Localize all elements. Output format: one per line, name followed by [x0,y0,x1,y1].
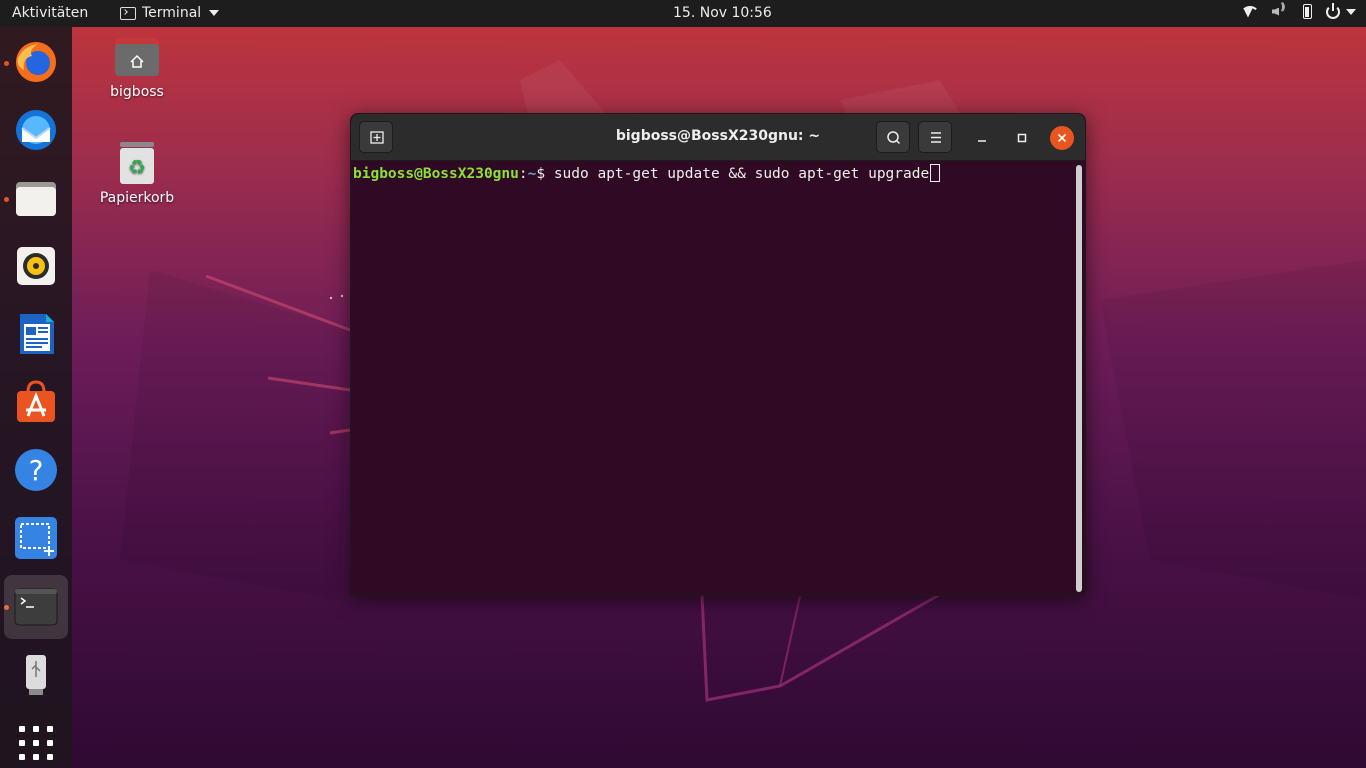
terminal-headerbar[interactable]: bigboss@BossX230gnu: ~ [351,114,1085,161]
thunderbird-icon [16,110,56,150]
desktop-icon-label: Papierkorb [99,190,175,206]
minimize-icon [978,140,986,142]
document-icon [20,314,54,354]
terminal-output[interactable]: bigboss@BossX230gnu:~$ sudo apt-get upda… [351,161,1085,595]
hamburger-icon [931,132,941,143]
prompt-symbol: $ [536,166,554,182]
close-icon [1057,133,1067,143]
dock-item-writer[interactable] [4,302,68,366]
screenshot-icon [15,517,57,559]
desktop-icon-label: bigboss [110,84,164,100]
minimize-button[interactable] [970,126,994,150]
dock: ? [0,27,72,768]
maximize-button[interactable] [1010,126,1034,150]
terminal-window[interactable]: bigboss@BossX230gnu: ~ bigboss@BossX230g… [350,113,1086,596]
power-icon [1326,2,1340,19]
dock-item-usb-drive[interactable] [4,643,68,707]
grid-icon [19,726,53,760]
trash-icon: ♻ [120,142,154,184]
dock-item-screenshot[interactable] [4,506,68,570]
text-cursor [930,164,941,182]
speaker-icon [17,247,55,285]
dock-item-thunderbird[interactable] [4,98,68,162]
desktop-icon-home[interactable]: bigboss [87,36,187,100]
terminal-line: bigboss@BossX230gnu:~$ sudo apt-get upda… [353,164,1083,182]
help-icon: ? [15,449,57,491]
dock-item-files[interactable] [4,166,68,230]
maximize-icon [1017,133,1027,143]
shopping-bag-icon [17,380,55,422]
volume-icon [1271,2,1289,19]
folder-icon [16,182,56,216]
dock-item-terminal[interactable] [4,575,68,639]
close-button[interactable] [1050,126,1074,150]
usb-drive-icon [26,655,46,695]
command-text: sudo apt-get update && sudo apt-get upgr… [553,166,930,182]
scrollbar[interactable] [1076,165,1082,592]
prompt-user: bigboss@BossX230gnu [353,166,519,182]
svg-text:?: ? [29,454,44,487]
svg-text:♻: ♻ [128,155,146,179]
top-bar: Aktivitäten Terminal 15. Nov 10:56 [0,0,1366,27]
prompt-separator: : [518,166,528,182]
terminal-icon [120,6,136,20]
chevron-down-icon [209,10,220,16]
app-menu[interactable]: Terminal [120,5,220,21]
show-applications-button[interactable] [4,711,68,768]
firefox-icon [16,42,56,82]
clock[interactable]: 15. Nov 10:56 [673,5,772,21]
dock-item-software[interactable] [4,370,68,434]
battery-icon [1303,4,1312,19]
terminal-icon [14,588,58,626]
app-menu-label: Terminal [142,5,202,21]
wifi-icon [1239,5,1257,19]
home-folder-icon [115,38,159,76]
search-button[interactable] [876,121,910,153]
menu-button[interactable] [918,121,952,153]
search-icon [887,131,901,145]
dock-item-firefox[interactable] [4,30,68,94]
system-tray[interactable] [1239,2,1356,19]
chevron-down-icon [1346,8,1356,15]
dock-item-help[interactable]: ? [4,438,68,502]
activities-button[interactable]: Aktivitäten [12,5,88,21]
desktop-icon-trash[interactable]: ♻ Papierkorb [87,140,187,206]
dock-item-rhythmbox[interactable] [4,234,68,298]
